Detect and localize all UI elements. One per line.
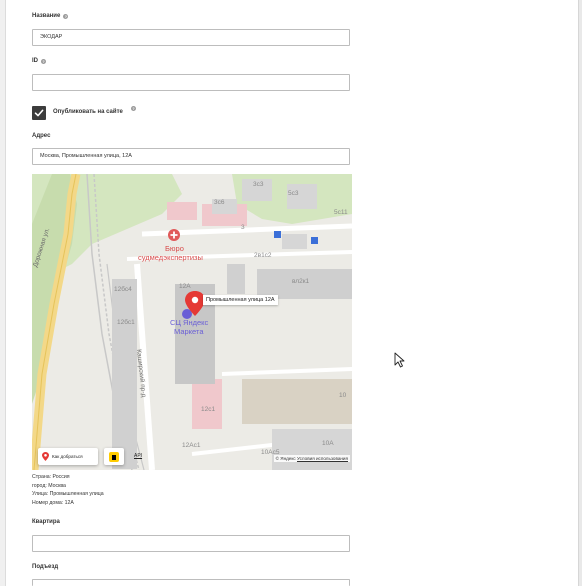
id-label: ID ? xyxy=(32,58,46,64)
name-input[interactable]: ЭКОДАР xyxy=(32,29,350,46)
building-label: 12бс1 xyxy=(117,319,135,326)
help-icon[interactable]: ? xyxy=(131,106,136,111)
help-icon[interactable]: ? xyxy=(41,58,46,64)
name-label: Название ? xyxy=(32,13,69,19)
scrollbar[interactable] xyxy=(578,0,582,586)
id-input[interactable] xyxy=(32,74,350,91)
mouse-cursor-icon xyxy=(394,352,405,368)
route-button-label: Как добраться xyxy=(52,454,83,459)
building-label: вл2к1 xyxy=(292,278,310,285)
map-poi-label: СЦ Яндекс xyxy=(170,318,209,327)
building-label: 3 xyxy=(241,224,245,231)
left-panel-edge xyxy=(0,0,6,586)
apartment-label: Квартира xyxy=(32,519,60,525)
building-label: 12Ас1 xyxy=(182,442,201,449)
address-house: Номер дома: 12А xyxy=(32,499,74,506)
yandex-map[interactable]: Дорожная ул. Каширский пр-д Бюро судмедэ… xyxy=(32,174,352,470)
building-label: 3с6 xyxy=(214,199,225,206)
building-label: 10 xyxy=(339,392,347,399)
building-label: 3с3 xyxy=(253,181,264,188)
address-country: Страна: Россия xyxy=(32,474,70,480)
address-city: город: Москва xyxy=(32,482,66,489)
building-label: 5с11 xyxy=(334,209,348,216)
building-label: 12А xyxy=(179,283,191,290)
map-poi-label: Бюро xyxy=(165,244,184,253)
terms-link[interactable]: Условия использования xyxy=(297,456,348,461)
help-icon[interactable]: ? xyxy=(63,13,69,19)
address-input[interactable]: Москва, Промышленная улица, 12А xyxy=(32,148,350,165)
entrance-input[interactable] xyxy=(32,579,350,586)
map-poi-label: Маркета xyxy=(174,327,204,336)
publish-checkbox[interactable] xyxy=(32,106,46,120)
api-link[interactable]: API xyxy=(134,453,142,459)
address-details: Страна: Россия город: Москва Улица: Пром… xyxy=(32,473,104,507)
map-copyright: © Яндекс Условия использования xyxy=(273,455,350,462)
map-poi-label: судмедэкспертизы xyxy=(138,253,203,262)
building-label: 12бс4 xyxy=(114,286,132,293)
building-label: 12с1 xyxy=(201,406,216,413)
yandex-logo-icon xyxy=(109,451,119,462)
apartment-input[interactable] xyxy=(32,535,350,552)
address-label: Адрес xyxy=(32,133,51,139)
building-label: 10А xyxy=(322,440,334,447)
building-label: 2в1с2 xyxy=(254,252,272,259)
checkmark-icon xyxy=(34,109,44,117)
location-pin-icon xyxy=(42,452,49,461)
entrance-label: Подъезд xyxy=(32,564,59,570)
route-button[interactable]: Как добраться xyxy=(38,448,98,465)
publish-label: Опубликовать на сайте xyxy=(53,109,123,115)
yandex-logo[interactable] xyxy=(104,448,124,465)
address-street: Улица: Промышленная улица xyxy=(32,491,104,498)
map-pin-label: Промышленная улица 12А xyxy=(203,295,278,305)
building-label: 5с3 xyxy=(288,190,299,197)
